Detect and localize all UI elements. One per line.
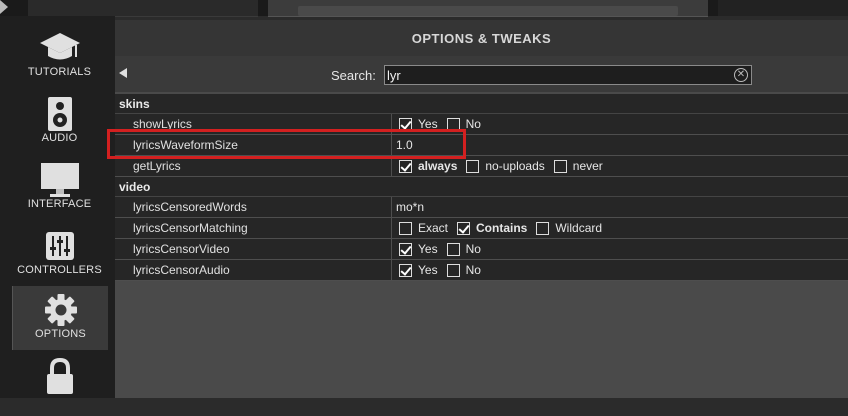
checkbox[interactable] xyxy=(553,159,567,173)
sidebar-item-audio[interactable]: AUDIO xyxy=(12,90,107,154)
option-name: lyricsCensorAudio xyxy=(133,263,230,277)
option-text-value[interactable]: mo*n xyxy=(396,200,424,214)
search-label: Search: xyxy=(331,68,376,83)
section-header-skins: skins xyxy=(115,94,848,114)
option-row-lyricscensoraudio: lyricsCensorAudio Yes No xyxy=(115,260,848,281)
sidebar-item-label: OPTIONS xyxy=(35,328,86,340)
clear-search-icon[interactable]: ✕ xyxy=(734,68,748,82)
option-name: lyricsCensorMatching xyxy=(133,221,248,235)
option-value: Yes No xyxy=(391,114,848,134)
option-choice-contains[interactable]: Contains xyxy=(457,221,529,235)
checkbox[interactable] xyxy=(399,221,412,235)
option-row-showlyrics: showLyrics Yes No xyxy=(115,114,848,135)
option-choice-yes[interactable]: Yes xyxy=(399,117,440,131)
gear-icon xyxy=(13,292,108,328)
checkbox[interactable] xyxy=(399,263,412,277)
checkbox[interactable] xyxy=(446,242,460,256)
option-choice-wildcard[interactable]: Wildcard xyxy=(536,221,604,235)
option-choice-never[interactable]: never xyxy=(553,159,605,173)
search-bar: Search: ✕ xyxy=(115,56,848,92)
option-choice-no-uploads[interactable]: no-uploads xyxy=(466,159,546,173)
option-name: lyricsWaveformSize xyxy=(133,138,238,152)
option-name: lyricsCensorVideo xyxy=(133,242,230,256)
play-icon[interactable] xyxy=(0,0,8,14)
option-value: Exact Contains Wildcard xyxy=(391,218,848,238)
option-choice-always[interactable]: always xyxy=(399,159,459,173)
sidebar-item-label: CONTROLLERS xyxy=(17,264,102,276)
monitor-icon xyxy=(12,162,107,198)
options-table: skins showLyrics Yes No lyricsWaveformSi… xyxy=(115,94,848,281)
toolbar-segment xyxy=(268,0,708,17)
option-choice-yes[interactable]: Yes xyxy=(399,263,440,277)
checkbox[interactable] xyxy=(466,159,480,173)
top-toolbar xyxy=(0,0,848,17)
option-value[interactable]: mo*n xyxy=(391,197,848,217)
toolbar-segment xyxy=(28,0,258,17)
option-name: lyricsCensoredWords xyxy=(133,200,247,214)
option-choice-exact[interactable]: Exact xyxy=(399,221,450,235)
sidebar-item-label: INTERFACE xyxy=(27,198,92,210)
section-header-video: video xyxy=(115,177,848,197)
search-box[interactable]: ✕ xyxy=(384,65,752,85)
option-row-lyricscensoredwords[interactable]: lyricsCensoredWords mo*n xyxy=(115,197,848,218)
sliders-icon xyxy=(12,228,107,264)
option-value: Yes No xyxy=(391,239,848,259)
checkbox[interactable] xyxy=(536,221,550,235)
sidebar-item-interface[interactable]: INTERFACE xyxy=(12,156,107,220)
option-name: getLyrics xyxy=(133,159,181,173)
option-row-lyricscensormatching: lyricsCensorMatching Exact Contains Wild… xyxy=(115,218,848,239)
checkbox[interactable] xyxy=(399,242,412,256)
checkbox[interactable] xyxy=(457,221,471,235)
graduation-cap-icon xyxy=(12,30,107,66)
option-choice-no[interactable]: No xyxy=(446,263,483,277)
search-input[interactable] xyxy=(387,66,717,84)
option-text-value[interactable]: 1.0 xyxy=(396,138,413,152)
option-choice-yes[interactable]: Yes xyxy=(399,242,440,256)
option-name: showLyrics xyxy=(133,117,192,131)
checkbox[interactable] xyxy=(399,117,412,131)
sidebar-item-options[interactable]: OPTIONS xyxy=(12,286,108,350)
sidebar-item-label: TUTORIALS xyxy=(27,66,92,78)
option-value: Yes No xyxy=(391,260,848,280)
option-value[interactable]: 1.0 xyxy=(391,135,848,155)
speaker-icon xyxy=(12,96,107,132)
option-choice-no[interactable]: No xyxy=(446,117,483,131)
toolbar-segment xyxy=(718,0,848,16)
options-panel: OPTIONS & TWEAKS Search: ✕ skins showLyr… xyxy=(115,20,848,398)
option-row-lyricscensorvideo: lyricsCensorVideo Yes No xyxy=(115,239,848,260)
option-row-lyricswaveformsize[interactable]: lyricsWaveformSize 1.0 xyxy=(115,135,848,156)
checkbox[interactable] xyxy=(446,263,460,277)
sidebar-item-lock[interactable] xyxy=(12,352,107,416)
option-row-getlyrics: getLyrics always no-uploads never xyxy=(115,156,848,177)
lock-icon xyxy=(12,357,107,394)
option-choice-no[interactable]: No xyxy=(446,242,483,256)
sidebar-item-controllers[interactable]: CONTROLLERS xyxy=(12,222,107,286)
back-arrow-icon[interactable] xyxy=(119,68,127,78)
panel-title: OPTIONS & TWEAKS xyxy=(115,20,848,56)
checkbox[interactable] xyxy=(446,117,460,131)
checkbox[interactable] xyxy=(399,159,412,173)
sidebar-item-label: AUDIO xyxy=(41,132,78,144)
sidebar-item-tutorials[interactable]: TUTORIALS xyxy=(12,24,107,88)
sidebar: TUTORIALS AUDIO INTERFACE CONTROLLERS OP… xyxy=(0,16,115,398)
option-value: always no-uploads never xyxy=(391,156,848,176)
